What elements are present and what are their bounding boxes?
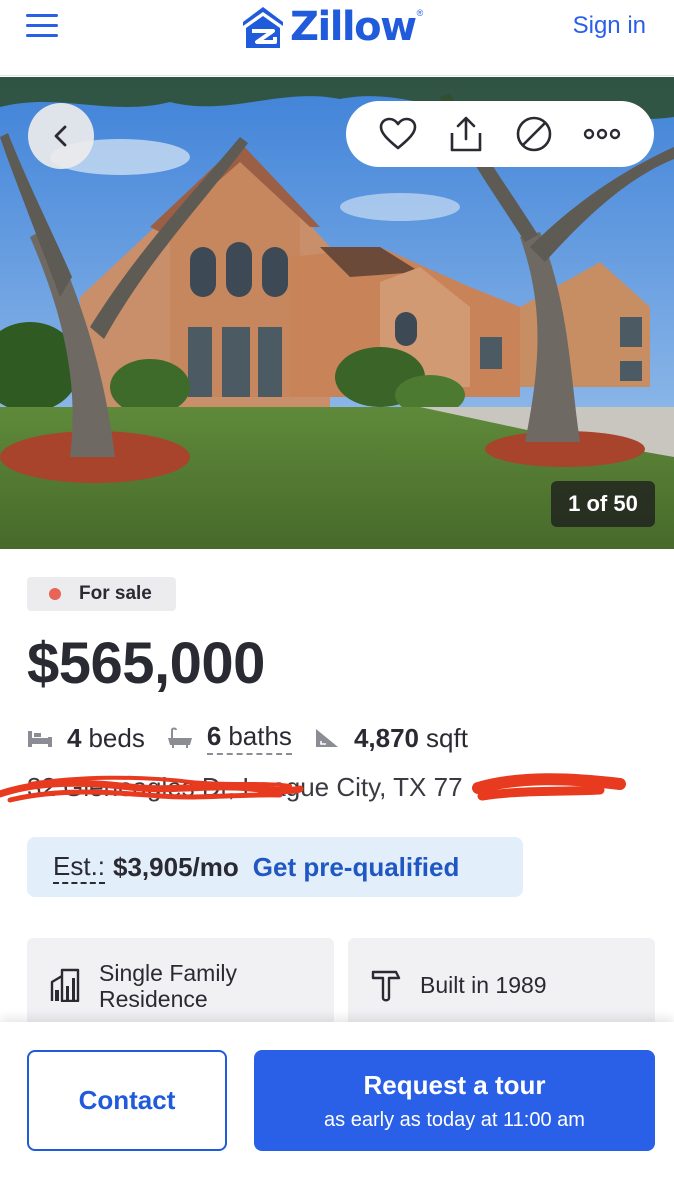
logo-text: Zillow [290, 4, 417, 50]
heart-icon [379, 117, 417, 150]
baths-label: baths [228, 721, 292, 751]
sqft-fact: 4,870 sqft [314, 723, 468, 754]
hide-icon [516, 116, 552, 152]
logo-registered-mark: ® [416, 8, 424, 18]
status-badge: For sale [27, 577, 176, 611]
hammer-icon [370, 968, 402, 1007]
more-options-button[interactable] [580, 112, 624, 156]
bed-icon [27, 728, 53, 748]
hamburger-menu-icon[interactable] [26, 12, 60, 40]
share-button[interactable] [444, 112, 488, 156]
request-tour-subtext: as early as today at 11:00 am [324, 1108, 585, 1131]
hide-button[interactable] [512, 112, 556, 156]
request-tour-button[interactable]: Request a tour as early as today at 11:0… [254, 1050, 655, 1151]
bathtub-icon [167, 727, 193, 749]
estimate-label[interactable]: Est.: [53, 851, 106, 884]
contact-button[interactable]: Contact [27, 1050, 227, 1151]
area-icon [314, 727, 340, 749]
baths-fact[interactable]: 6 baths [167, 721, 292, 755]
beds-count: 4 [67, 722, 82, 753]
share-icon [450, 116, 482, 152]
baths-count: 6 [206, 721, 222, 751]
building-icon [49, 968, 81, 1007]
sign-in-link[interactable]: Sign in [573, 12, 646, 40]
bottom-action-bar: Contact Request a tour as early as today… [0, 1022, 674, 1200]
status-label: For sale [79, 583, 152, 604]
save-button[interactable] [376, 112, 420, 156]
baths-text: 6 baths [206, 721, 292, 755]
request-tour-label: Request a tour [363, 1069, 546, 1100]
beds-fact: 4 beds [27, 723, 145, 754]
beds-label: beds [88, 722, 145, 753]
get-prequalified-link[interactable]: Get pre-qualified [253, 852, 460, 883]
zillow-logo-icon [243, 7, 283, 48]
listing-price: $565,000 [27, 631, 265, 696]
sqft-label: sqft [426, 722, 468, 753]
zillow-logo[interactable]: Zillow ® [240, 4, 423, 50]
listing-actions-bar [346, 101, 654, 167]
payment-estimate: Est.: $3,905/mo Get pre-qualified [27, 837, 523, 897]
photo-counter[interactable]: 1 of 50 [551, 481, 655, 527]
home-facts: 4 beds 6 baths 4,870 sqft [27, 718, 468, 758]
top-nav-bar: Zillow ® Sign in [0, 0, 674, 76]
back-button[interactable] [28, 103, 94, 169]
redaction-scribble [0, 773, 626, 803]
status-dot-icon [49, 588, 61, 600]
estimate-amount: $3,905/mo [113, 851, 239, 882]
more-icon [583, 128, 621, 140]
sqft-count: 4,870 [353, 722, 420, 753]
chevron-left-icon [54, 125, 67, 147]
listing-photo[interactable]: 1 of 50 [0, 77, 674, 549]
property-type-text: Single Family Residence [99, 960, 238, 1012]
year-built-text: Built in 1989 [420, 972, 547, 998]
